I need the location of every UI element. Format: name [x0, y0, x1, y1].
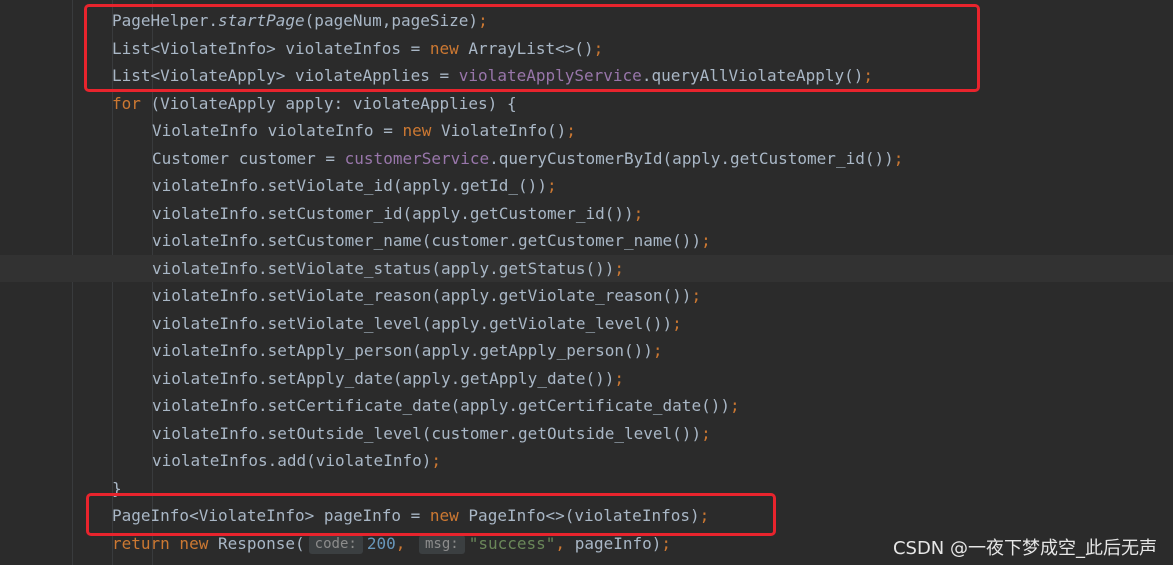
- code-token: Customer customer =: [152, 148, 345, 168]
- code-token: 200: [366, 533, 396, 553]
- code-token: "success": [468, 533, 556, 553]
- parameter-hint: code:: [308, 534, 363, 554]
- code-token: ViolateInfo violateInfo =: [152, 121, 403, 140]
- code-token: ,: [395, 533, 415, 553]
- code-token: ;: [661, 533, 672, 553]
- code-line[interactable]: for (ViolateApply apply: violateApplies)…: [0, 90, 1173, 117]
- code-token: violateInfo.setCertificate_date(apply.ge…: [152, 396, 730, 415]
- code-line-content: violateInfo.setCustomer_name(customer.ge…: [152, 227, 711, 254]
- code-token: ;: [431, 451, 441, 470]
- code-token: ;: [546, 176, 557, 195]
- code-line-content: violateInfo.setViolate_id(apply.getId_()…: [152, 172, 557, 199]
- code-line-content: violateInfo.setViolate_level(apply.getVi…: [152, 310, 682, 337]
- code-line-content: ViolateInfo violateInfo = new ViolateInf…: [152, 117, 576, 144]
- code-token: ;: [633, 203, 644, 223]
- code-token: (ViolateApply apply: violateApplies) {: [150, 93, 517, 113]
- code-token: ;: [614, 258, 625, 278]
- code-line-content: Customer customer = customerService.quer…: [152, 145, 903, 172]
- code-token: violateInfo.setApply_date(apply.getApply…: [152, 368, 615, 388]
- code-line[interactable]: violateInfos.add(violateInfo);: [0, 447, 1173, 474]
- code-line[interactable]: violateInfo.setViolate_reason(apply.getV…: [0, 282, 1173, 309]
- code-token: ;: [672, 313, 682, 333]
- code-line[interactable]: violateInfo.setViolate_status(apply.getS…: [0, 254, 1173, 282]
- code-token: ;: [652, 341, 663, 360]
- code-token: violateInfo.setCustomer_name(customer.ge…: [152, 231, 702, 250]
- code-line[interactable]: violateInfo.setOutside_level(customer.ge…: [0, 420, 1173, 447]
- code-token: pageInfo): [574, 533, 662, 553]
- red-highlight-box-bottom: [86, 493, 776, 536]
- code-token: violateInfo.setApply_person(apply.getApp…: [152, 341, 653, 360]
- code-token: Response(: [217, 533, 305, 553]
- code-token: ViolateInfo(): [440, 121, 567, 140]
- code-token: violateInfo.setCustomer_id(apply.getCust…: [152, 203, 634, 223]
- code-line-content: violateInfo.setViolate_status(apply.getS…: [152, 255, 624, 282]
- code-line[interactable]: Customer customer = customerService.quer…: [0, 145, 1173, 172]
- code-token: ;: [614, 368, 625, 388]
- code-line[interactable]: violateInfo.setCustomer_name(customer.ge…: [0, 227, 1173, 254]
- code-token: for: [112, 93, 151, 113]
- code-line-content: violateInfo.setViolate_reason(apply.getV…: [152, 282, 701, 309]
- code-editor[interactable]: PageHelper.startPage(pageNum,pageSize); L…: [0, 0, 1173, 565]
- code-token: .queryCustomerById(apply.getCustomer_id(…: [489, 148, 894, 168]
- parameter-hint: msg:: [419, 534, 465, 554]
- code-line-content: violateInfo.setApply_date(apply.getApply…: [152, 365, 624, 392]
- code-token: new: [402, 121, 441, 140]
- code-line-content: violateInfo.setCustomer_id(apply.getCust…: [152, 200, 643, 227]
- code-token: ;: [566, 121, 576, 140]
- code-line[interactable]: violateInfo.setCustomer_id(apply.getCust…: [0, 200, 1173, 227]
- code-token: ;: [691, 286, 702, 305]
- code-token: violateInfo.setOutside_level(customer.ge…: [152, 423, 702, 443]
- csdn-watermark: CSDN @一夜下梦成空_此后无声: [892, 538, 1157, 559]
- code-line[interactable]: violateInfo.setApply_date(apply.getApply…: [0, 365, 1173, 392]
- code-token: ;: [893, 148, 904, 168]
- code-line[interactable]: violateInfo.setApply_person(apply.getApp…: [0, 337, 1173, 364]
- code-token: return new: [112, 533, 218, 553]
- red-highlight-box-top: [84, 4, 980, 92]
- code-line-content: violateInfos.add(violateInfo);: [152, 447, 441, 474]
- code-line-content: for (ViolateApply apply: violateApplies)…: [112, 90, 517, 117]
- code-line[interactable]: violateInfo.setViolate_id(apply.getId_()…: [0, 172, 1173, 199]
- code-line[interactable]: violateInfo.setViolate_level(apply.getVi…: [0, 310, 1173, 337]
- code-token: violateInfos.add(violateInfo): [152, 451, 432, 470]
- code-line-content: violateInfo.setApply_person(apply.getApp…: [152, 337, 663, 364]
- code-token: violateInfo.setViolate_id(apply.getId_()…: [152, 176, 547, 195]
- code-line[interactable]: violateInfo.setCertificate_date(apply.ge…: [0, 392, 1173, 419]
- code-token: ;: [701, 231, 711, 250]
- code-line[interactable]: ViolateInfo violateInfo = new ViolateInf…: [0, 117, 1173, 144]
- code-line-content: violateInfo.setOutside_level(customer.ge…: [152, 420, 711, 447]
- code-line-content: violateInfo.setCertificate_date(apply.ge…: [152, 392, 740, 419]
- code-token: violateInfo.setViolate_status(apply.getS…: [152, 258, 615, 278]
- code-token: ,: [555, 533, 575, 553]
- code-token: ;: [701, 423, 711, 443]
- code-token: violateInfo.setViolate_reason(apply.getV…: [152, 286, 692, 305]
- code-token: customerService: [344, 148, 490, 168]
- code-token: ;: [729, 396, 740, 415]
- code-token: violateInfo.setViolate_level(apply.getVi…: [152, 313, 673, 333]
